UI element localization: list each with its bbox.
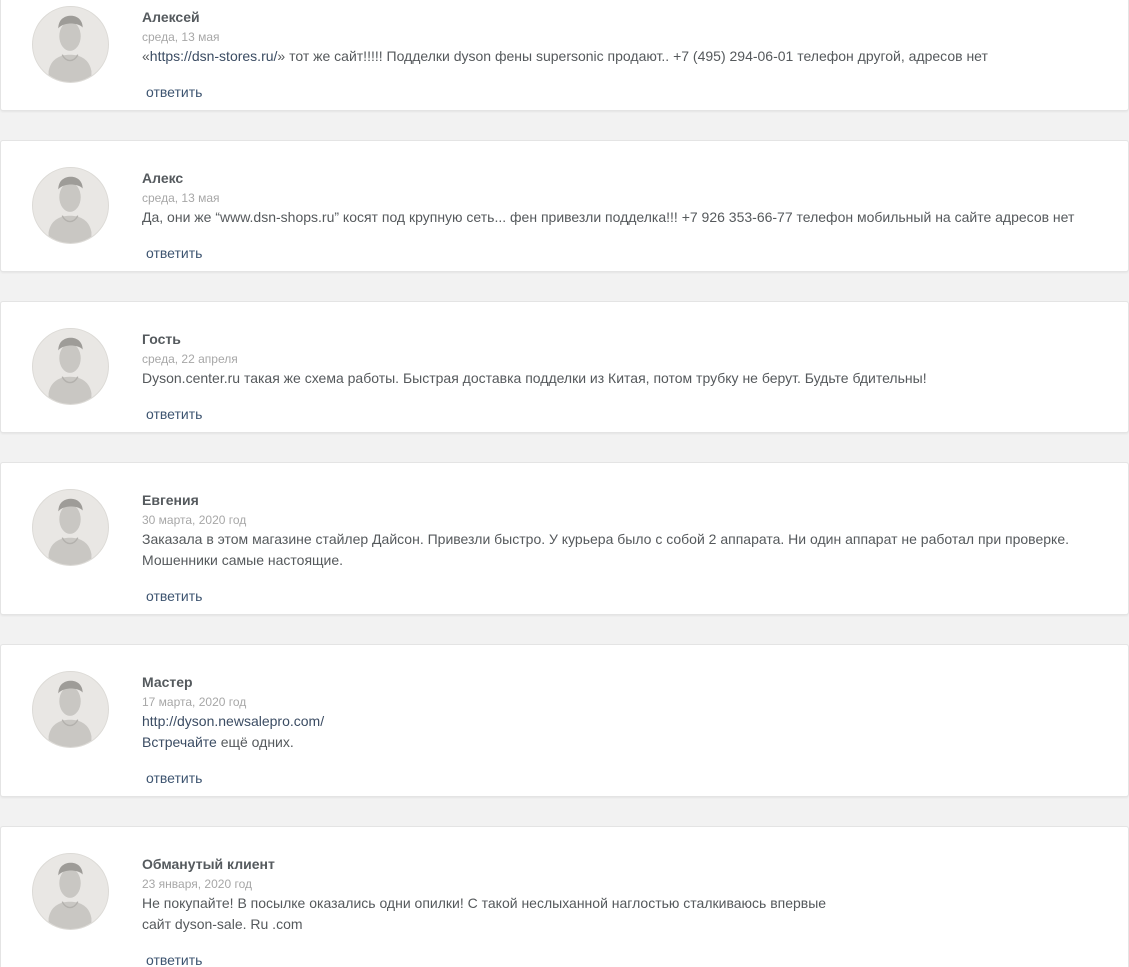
comment-card: Мастер 17 марта, 2020 год http://dyson.n… <box>0 644 1129 797</box>
reply-button[interactable]: ответить <box>146 588 202 604</box>
comment-author: Алексей <box>142 9 200 25</box>
text-line: Не покупайте! В посылке оказались одни о… <box>142 895 827 911</box>
comment-date: среда, 22 апреля <box>142 352 238 366</box>
avatar-icon <box>32 6 109 83</box>
comment-date: 23 января, 2020 год <box>142 877 252 891</box>
comment-card: Алексей среда, 13 мая «https://dsn-store… <box>0 0 1129 111</box>
reply-button[interactable]: ответить <box>146 406 202 422</box>
text-suffix: » тот же сайт!!!!! Подделки dyson фены s… <box>277 48 988 64</box>
comment-text: Заказала в этом магазине стайлер Дайсон.… <box>142 531 1069 568</box>
comment-text: Да, они же “www.dsn-shops.ru” косят под … <box>142 209 1075 225</box>
comments-page: Алексей среда, 13 мая «https://dsn-store… <box>0 0 1129 967</box>
comment-card: Обманутый клиент 23 января, 2020 год Не … <box>0 826 1129 967</box>
avatar-icon <box>32 167 109 244</box>
text-line: сайт dyson-sale. Ru .com <box>142 916 303 932</box>
avatar-icon <box>32 328 109 405</box>
comment-text: «https://dsn-stores.ru/» тот же сайт!!!!… <box>142 46 1118 67</box>
comment-card: Евгения 30 марта, 2020 год Заказала в эт… <box>0 462 1129 615</box>
text-rest: ещё одних. <box>216 734 294 750</box>
reply-button[interactable]: ответить <box>146 84 202 100</box>
comment-link[interactable]: http://dyson.newsalepro.com/ <box>142 713 324 729</box>
comment-text: Не покупайте! В посылке оказались одни о… <box>142 893 1118 935</box>
avatar-icon <box>32 671 109 748</box>
comment-author: Мастер <box>142 674 193 690</box>
comment-date: среда, 13 мая <box>142 30 220 44</box>
reply-button[interactable]: ответить <box>146 770 202 786</box>
comment-card: Алекс среда, 13 мая Да, они же “www.dsn-… <box>0 140 1129 272</box>
avatar-icon <box>32 853 109 930</box>
comment-text: http://dyson.newsalepro.com/ Встречайте … <box>142 711 1118 753</box>
comment-link[interactable]: https://dsn-stores.ru/ <box>150 48 278 64</box>
comment-author: Гость <box>142 331 181 347</box>
text-prefix: « <box>142 48 150 64</box>
reply-button[interactable]: ответить <box>146 952 202 967</box>
comment-author: Обманутый клиент <box>142 856 275 872</box>
avatar-icon <box>32 489 109 566</box>
comment-card: Гость среда, 22 апреля Dyson.center.ru т… <box>0 301 1129 433</box>
comment-date: 17 марта, 2020 год <box>142 695 247 709</box>
comment-author: Алекс <box>142 170 184 186</box>
comment-text: Dyson.center.ru такая же схема работы. Б… <box>142 370 927 386</box>
comment-author: Евгения <box>142 492 199 508</box>
reply-button[interactable]: ответить <box>146 245 202 261</box>
comment-date: среда, 13 мая <box>142 191 220 205</box>
comment-link[interactable]: Встречайте <box>142 734 217 750</box>
comment-date: 30 марта, 2020 год <box>142 513 247 527</box>
